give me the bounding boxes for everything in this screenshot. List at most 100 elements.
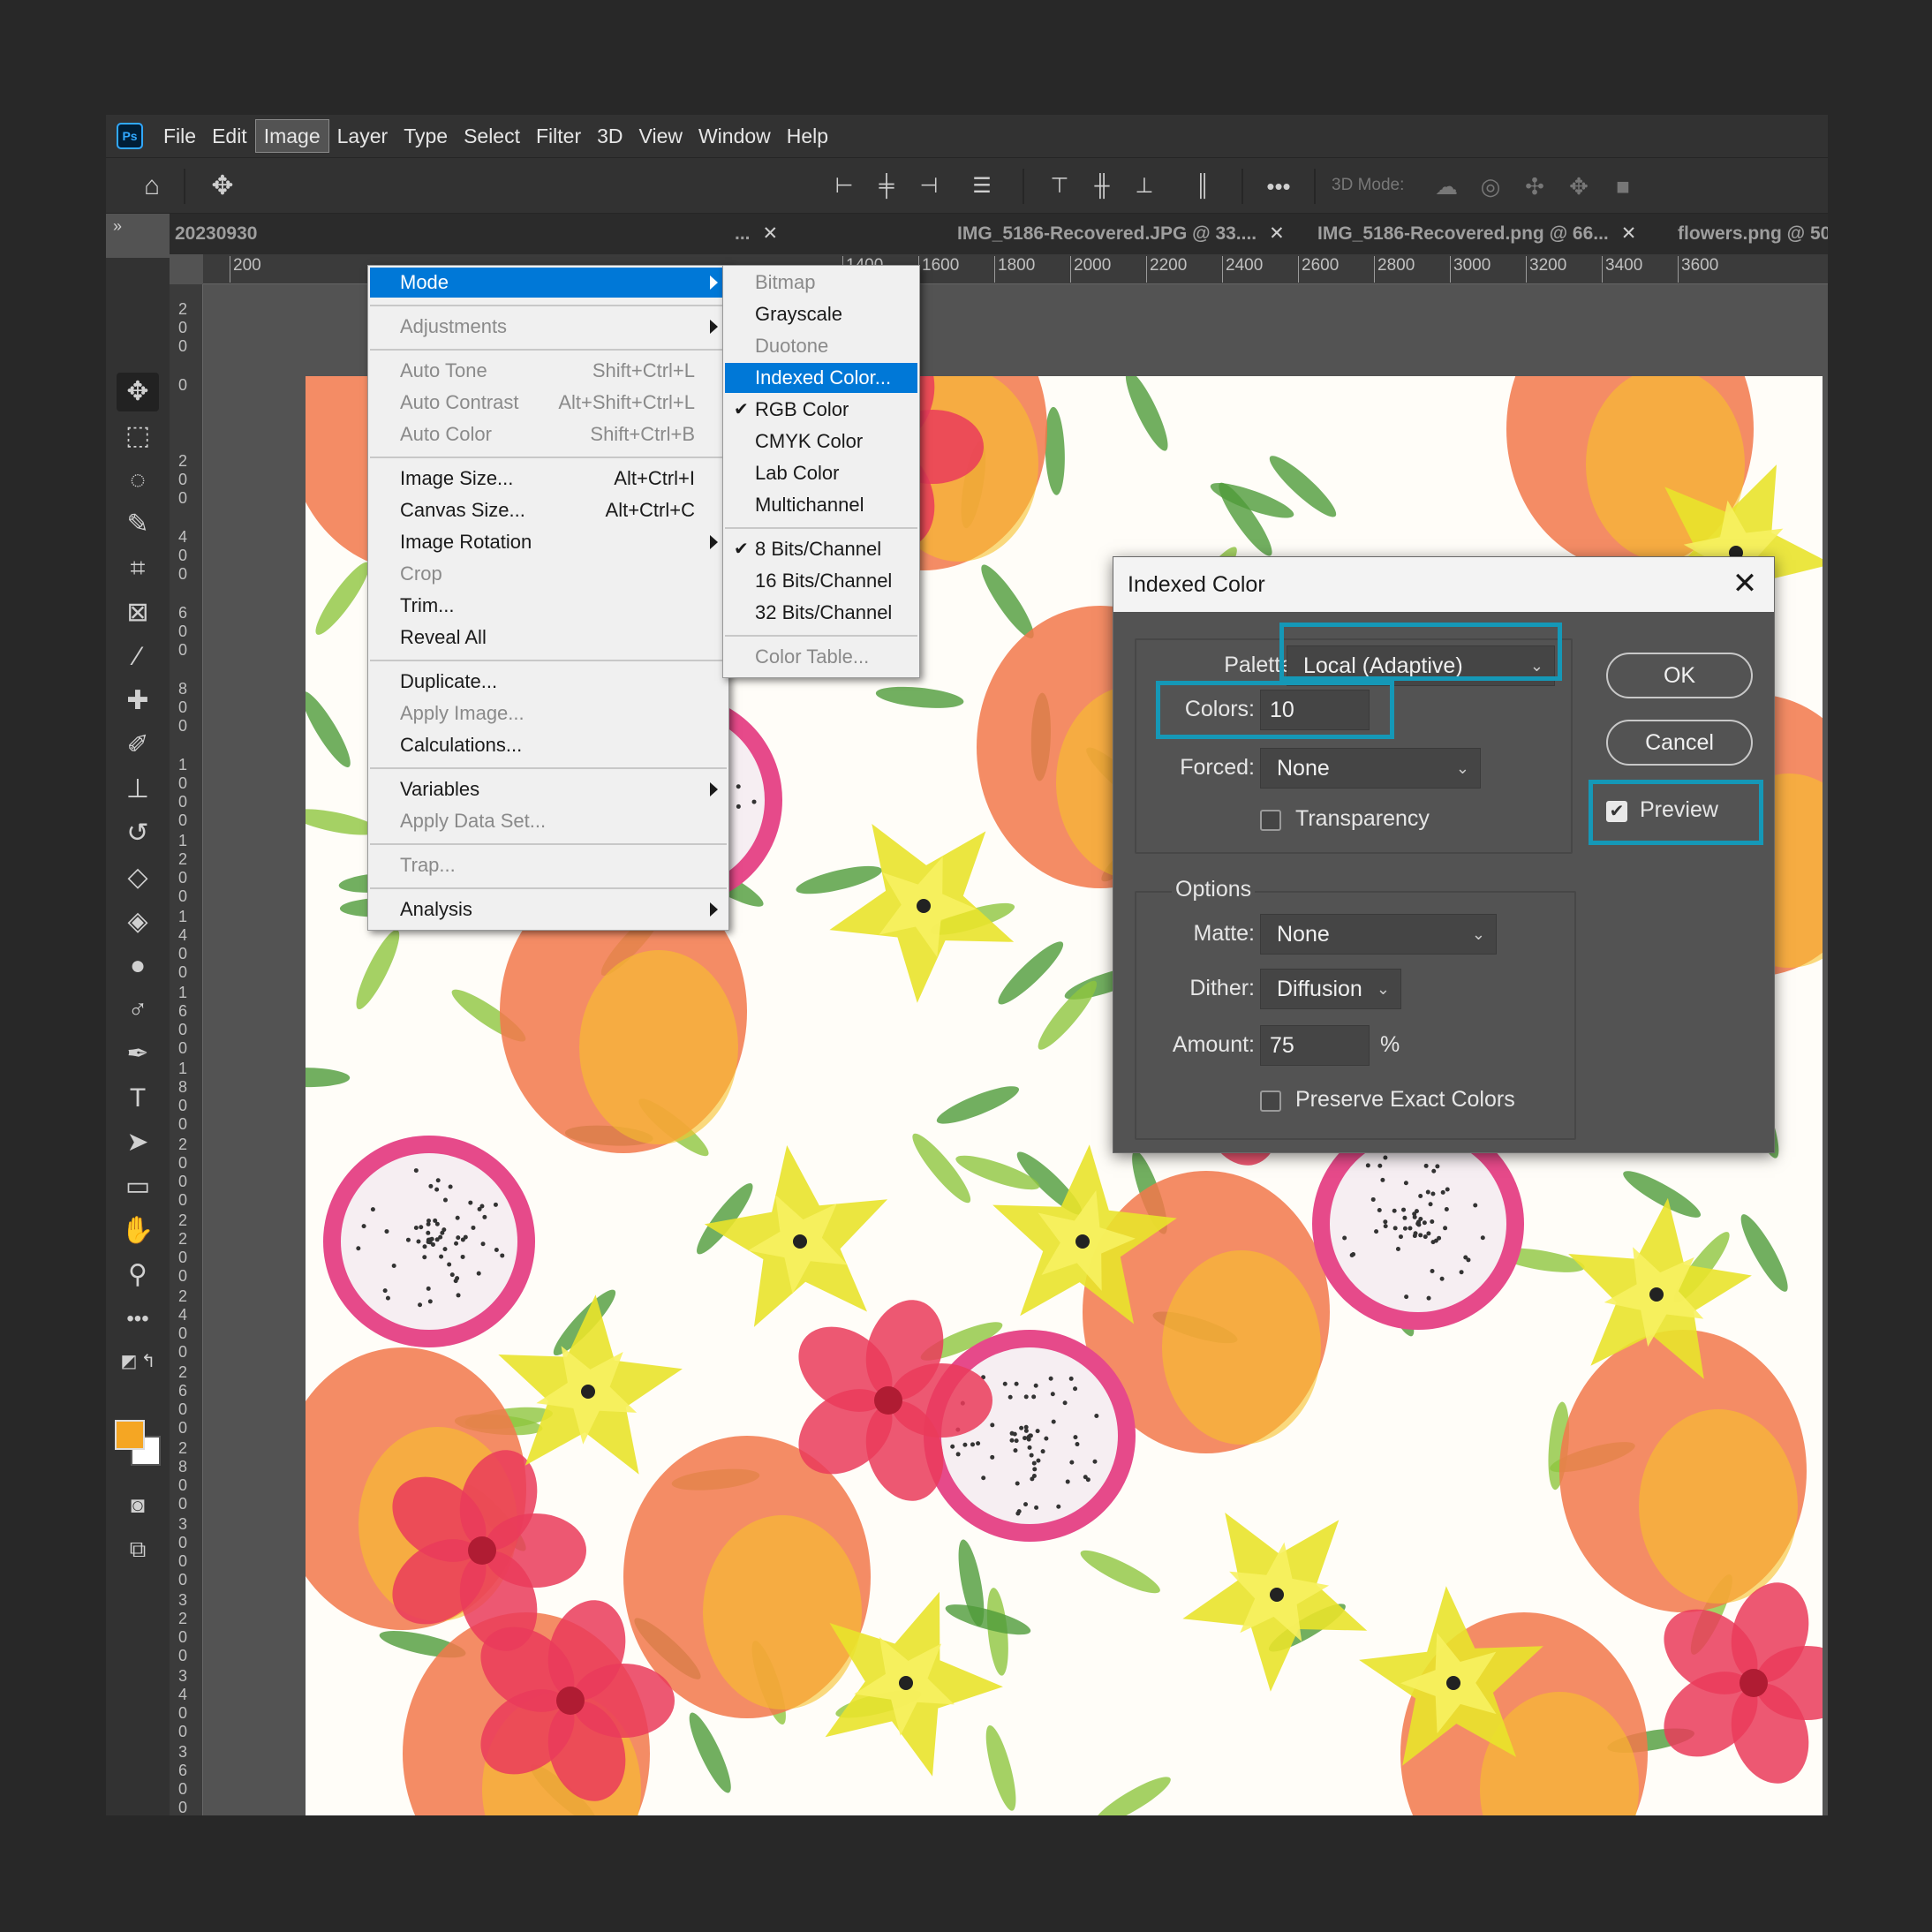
align-horizontal-center-icon[interactable]: ╪ xyxy=(869,169,904,204)
forced-select[interactable]: None ⌄ xyxy=(1260,748,1481,789)
menu-item-auto-color[interactable]: Auto Color Shift+Ctrl+B xyxy=(370,419,727,449)
blur-tool-icon[interactable]: ● xyxy=(117,947,159,985)
menu-item-auto-contrast[interactable]: Auto Contrast Alt+Shift+Ctrl+L xyxy=(370,388,727,418)
document-tab[interactable]: IMG_5186-Recovered.png @ 66... ✕ xyxy=(1317,214,1671,254)
preserve-exact-colors-checkbox[interactable] xyxy=(1260,1091,1281,1112)
frame-tool-icon[interactable]: ⊠ xyxy=(117,593,159,632)
menu-image[interactable]: Image xyxy=(254,119,329,153)
menu-3d[interactable]: 3D xyxy=(589,120,630,152)
menu-item-lab-color[interactable]: Lab Color xyxy=(725,458,917,488)
3d-roll-icon[interactable]: ◎ xyxy=(1473,169,1508,204)
distribute-vertical-icon[interactable]: ║ xyxy=(1185,169,1220,204)
menu-item-color-table[interactable]: Color Table... xyxy=(725,642,917,672)
menu-item-bitmap[interactable]: Bitmap xyxy=(725,268,917,298)
menu-item-mode[interactable]: Mode xyxy=(370,268,727,298)
document-tab[interactable]: IMG_5186-Recovered.JPG @ 33.... ✕ xyxy=(957,214,1310,254)
menu-item-multichannel[interactable]: Multichannel xyxy=(725,490,917,520)
menu-item-cmyk-color[interactable]: CMYK Color xyxy=(725,426,917,457)
quick-selection-tool-icon[interactable]: ✎ xyxy=(117,505,159,544)
pen-tool-icon[interactable]: ✒ xyxy=(117,1035,159,1074)
eyedropper-tool-icon[interactable]: ⁄ xyxy=(117,638,159,676)
menu-item-32-bits[interactable]: 32 Bits/Channel xyxy=(725,598,917,628)
3d-pan-icon[interactable]: ✣ xyxy=(1517,169,1552,204)
menu-item-variables[interactable]: Variables xyxy=(370,774,727,804)
menu-item-crop[interactable]: Crop xyxy=(370,559,727,589)
document-tab[interactable]: 20230930 xyxy=(175,214,263,254)
screen-mode-icon[interactable]: ⧉ xyxy=(117,1529,159,1568)
ok-button[interactable]: OK xyxy=(1606,653,1753,698)
close-tab-icon[interactable]: ✕ xyxy=(1621,223,1637,244)
align-vertical-center-icon[interactable]: ╫ xyxy=(1084,169,1120,204)
amount-input[interactable]: 75 xyxy=(1260,1025,1370,1066)
menu-item-duotone[interactable]: Duotone xyxy=(725,331,917,361)
menu-item-image-rotation[interactable]: Image Rotation xyxy=(370,527,727,557)
close-tab-icon[interactable]: ✕ xyxy=(1269,223,1285,244)
transparency-checkbox[interactable] xyxy=(1260,810,1281,831)
document-tab[interactable]: flowers.png @ 50% (Pat xyxy=(1678,214,1828,254)
expand-panels-icon[interactable]: » xyxy=(113,217,122,236)
foreground-color-swatch[interactable] xyxy=(115,1420,145,1450)
3d-scale-icon[interactable]: ■ xyxy=(1605,169,1641,204)
dodge-tool-icon[interactable]: ♂ xyxy=(117,991,159,1030)
menu-item-16-bits[interactable]: 16 Bits/Channel xyxy=(725,566,917,596)
3d-orbit-icon[interactable]: ☁ xyxy=(1429,169,1464,204)
menu-item-indexed-color[interactable]: Indexed Color... xyxy=(725,363,917,393)
align-top-icon[interactable]: ⊤ xyxy=(1042,169,1077,204)
dither-select[interactable]: Diffusion ⌄ xyxy=(1260,969,1401,1009)
eraser-tool-icon[interactable]: ◇ xyxy=(117,858,159,897)
zoom-tool-icon[interactable]: ⚲ xyxy=(117,1256,159,1294)
menu-select[interactable]: Select xyxy=(456,120,528,152)
menu-edit[interactable]: Edit xyxy=(204,120,255,152)
menu-item-apply-data-set[interactable]: Apply Data Set... xyxy=(370,806,727,836)
menu-item-rgb-color[interactable]: ✔ RGB Color xyxy=(725,395,917,425)
healing-brush-tool-icon[interactable]: ✚ xyxy=(117,682,159,721)
menu-item-8-bits[interactable]: ✔ 8 Bits/Channel xyxy=(725,534,917,564)
menu-item-analysis[interactable]: Analysis xyxy=(370,894,727,924)
edit-toolbar-icon[interactable]: ••• xyxy=(117,1300,159,1339)
crop-tool-icon[interactable]: ⌗ xyxy=(117,549,159,588)
menu-window[interactable]: Window xyxy=(691,120,779,152)
type-tool-icon[interactable]: T xyxy=(117,1079,159,1118)
hand-tool-icon[interactable]: ✋ xyxy=(117,1211,159,1250)
move-tool-icon[interactable]: ✥ xyxy=(205,169,240,204)
menu-item-reveal-all[interactable]: Reveal All xyxy=(370,623,727,653)
document-tab[interactable]: ... ✕ xyxy=(735,214,819,254)
cancel-button[interactable]: Cancel xyxy=(1606,720,1753,766)
menu-item-adjustments[interactable]: Adjustments xyxy=(370,312,727,342)
menu-item-grayscale[interactable]: Grayscale xyxy=(725,299,917,329)
distribute-icon[interactable]: ☰ xyxy=(964,169,1000,204)
3d-slide-icon[interactable]: ✥ xyxy=(1561,169,1596,204)
menu-item-calculations[interactable]: Calculations... xyxy=(370,730,727,760)
align-right-icon[interactable]: ⊣ xyxy=(911,169,947,204)
menu-item-image-size[interactable]: Image Size... Alt+Ctrl+I xyxy=(370,464,727,494)
home-icon[interactable]: ⌂ xyxy=(134,169,170,204)
menu-item-duplicate[interactable]: Duplicate... xyxy=(370,667,727,697)
more-options-icon[interactable]: ••• xyxy=(1261,169,1296,204)
clone-stamp-tool-icon[interactable]: ⊥ xyxy=(117,770,159,809)
move-tool-icon[interactable]: ✥ xyxy=(117,373,159,411)
menu-item-trap[interactable]: Trap... xyxy=(370,850,727,880)
menu-item-canvas-size[interactable]: Canvas Size... Alt+Ctrl+C xyxy=(370,495,727,525)
quick-mask-icon[interactable]: ◙ xyxy=(117,1485,159,1524)
menu-file[interactable]: File xyxy=(155,120,204,152)
lasso-tool-icon[interactable]: ◌ xyxy=(117,461,159,500)
marquee-tool-icon[interactable]: ⬚ xyxy=(117,417,159,456)
menu-item-trim[interactable]: Trim... xyxy=(370,591,727,621)
align-bottom-icon[interactable]: ⊥ xyxy=(1127,169,1162,204)
menu-view[interactable]: View xyxy=(631,120,691,152)
menu-item-auto-tone[interactable]: Auto Tone Shift+Ctrl+L xyxy=(370,356,727,386)
align-left-icon[interactable]: ⊢ xyxy=(826,169,862,204)
history-brush-tool-icon[interactable]: ↺ xyxy=(117,814,159,853)
rectangle-tool-icon[interactable]: ▭ xyxy=(117,1167,159,1206)
menu-layer[interactable]: Layer xyxy=(329,120,396,152)
menu-item-apply-image[interactable]: Apply Image... xyxy=(370,698,727,728)
close-tab-icon[interactable]: ✕ xyxy=(763,223,779,244)
menu-type[interactable]: Type xyxy=(396,120,456,152)
close-icon[interactable]: ✕ xyxy=(1730,569,1760,600)
path-selection-tool-icon[interactable]: ➤ xyxy=(117,1123,159,1162)
swap-colors-icon[interactable]: ↰ xyxy=(127,1342,170,1381)
menu-help[interactable]: Help xyxy=(779,120,836,152)
matte-select[interactable]: None ⌄ xyxy=(1260,914,1497,955)
paint-bucket-tool-icon[interactable]: ◈ xyxy=(117,902,159,941)
brush-tool-icon[interactable]: ✐ xyxy=(117,726,159,765)
